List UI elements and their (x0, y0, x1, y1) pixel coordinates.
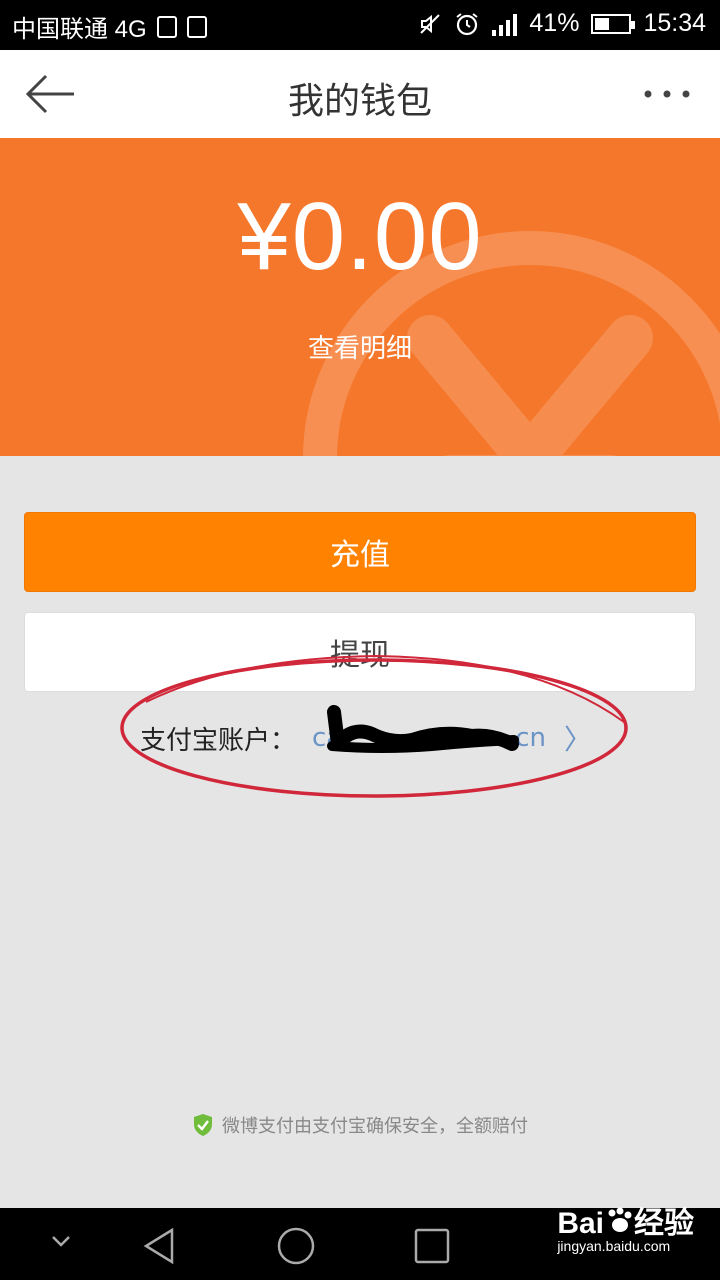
alarm-icon (456, 12, 478, 35)
nav-home-icon[interactable] (276, 1226, 316, 1266)
more-options-icon[interactable] (642, 82, 692, 106)
nav-back-icon[interactable] (140, 1226, 180, 1266)
battery-percent: 41% (529, 9, 580, 37)
battery-icon (591, 13, 636, 34)
balance-panel: ¥0.00 查看明细 (0, 138, 720, 456)
view-details-link[interactable]: 查看明细 (0, 328, 720, 365)
annotation-ellipse (120, 654, 628, 798)
mute-icon (420, 13, 441, 34)
charge-button[interactable]: 充值 (24, 512, 696, 592)
security-note: 微博支付由支付宝确保安全，全额赔付 (0, 1112, 720, 1138)
hide-keyboard-icon[interactable] (46, 1226, 76, 1256)
paw-icon (608, 1207, 632, 1232)
carrier-label: 中国联通 4G (12, 16, 147, 43)
signal-icon (492, 12, 518, 36)
gallery-icon (156, 15, 177, 38)
jingyan-label: 经验 (634, 1207, 694, 1240)
upload-icon (186, 15, 207, 38)
baidu-logo: Bai (557, 1207, 604, 1240)
status-bar: 中国联通 4G 41% 15:34 (0, 0, 720, 50)
balance-amount: ¥0.00 (237, 183, 483, 290)
baidu-url: jingyan.baidu.com (557, 1238, 671, 1254)
security-note-text: 微博支付由支付宝确保安全，全额赔付 (222, 1116, 528, 1137)
nav-recents-icon[interactable] (412, 1226, 452, 1266)
clock: 15:34 (643, 9, 706, 37)
nav-bar: 我的钱包 (0, 50, 720, 138)
page-title: 我的钱包 (287, 81, 432, 122)
shield-check-icon (194, 1114, 212, 1136)
baidu-jingyan-watermark: Bai 经验 jingyan.baidu.com (557, 1198, 694, 1254)
